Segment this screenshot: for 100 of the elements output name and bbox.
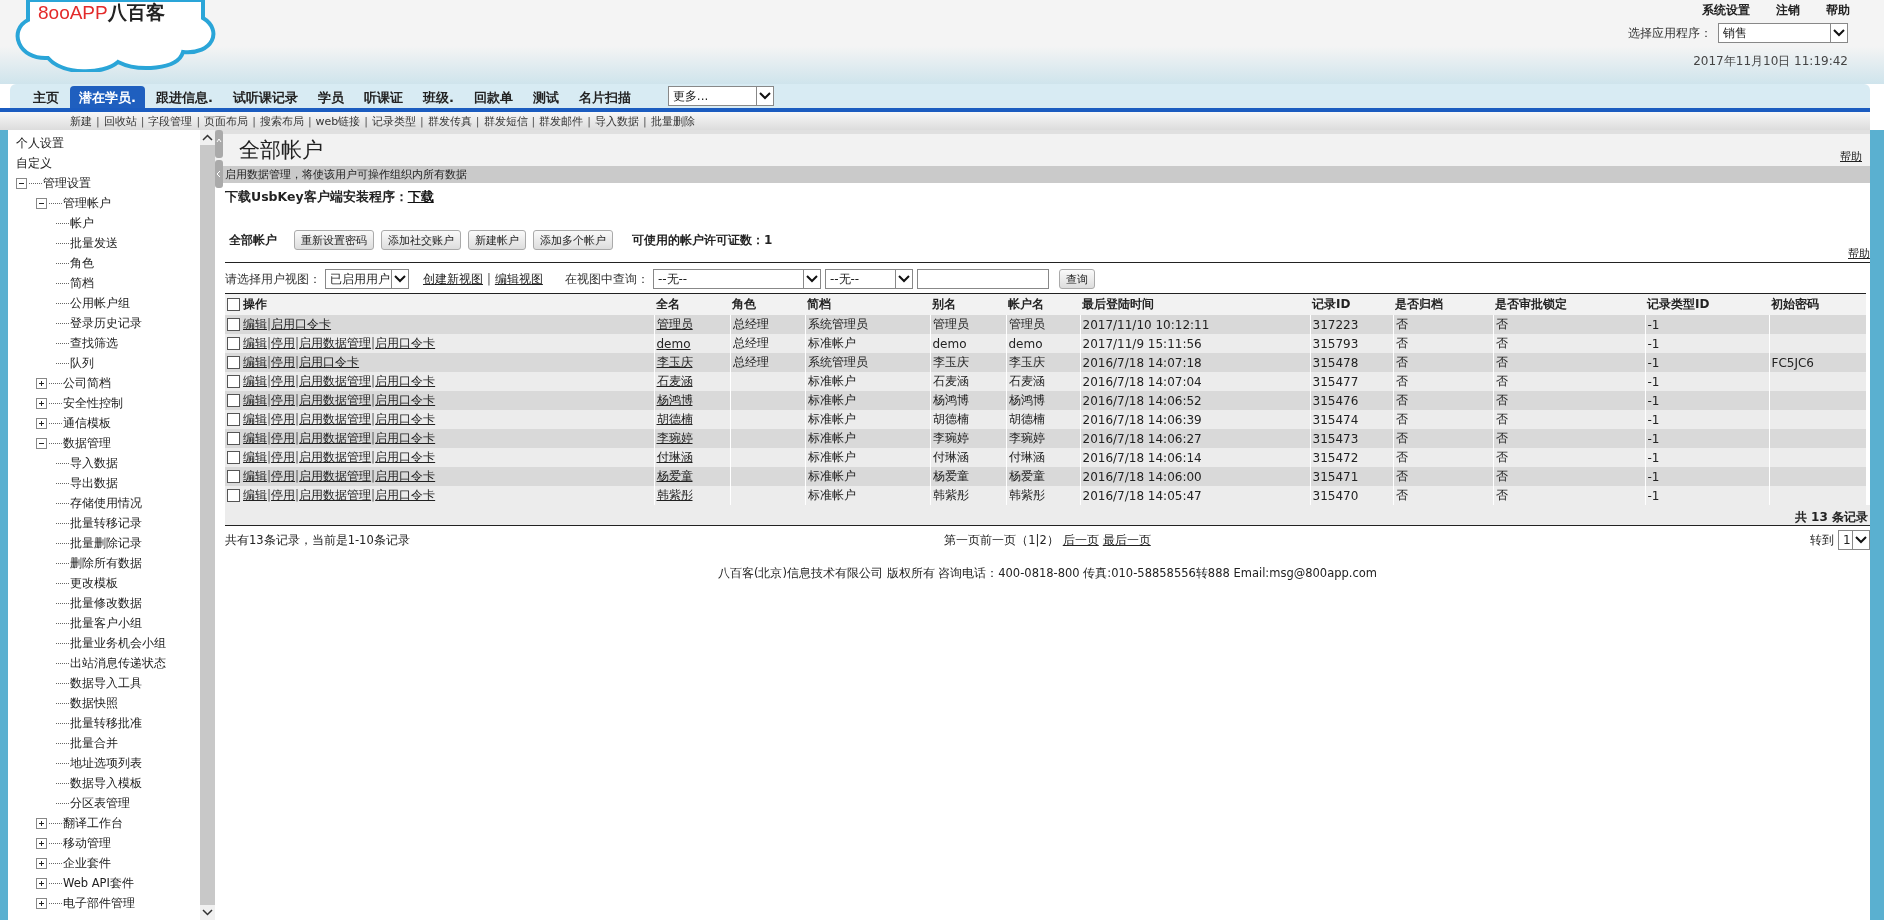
pager-link[interactable]: 后一页 bbox=[1062, 532, 1099, 548]
expand-icon[interactable] bbox=[36, 417, 47, 429]
action-link[interactable]: 停用 bbox=[271, 450, 296, 464]
tree-item[interactable]: 批量客户小组 bbox=[70, 615, 142, 631]
tree-item[interactable]: 出站消息传递状态 bbox=[70, 655, 166, 671]
tree-item[interactable]: 删除所有数据 bbox=[70, 555, 142, 571]
expand-icon[interactable] bbox=[36, 397, 47, 409]
name-link[interactable]: 付琳涵 bbox=[656, 450, 693, 464]
name-link[interactable]: 杨爱童 bbox=[656, 469, 693, 483]
scroll-up-icon[interactable] bbox=[200, 130, 215, 145]
nav-tab[interactable]: 名片扫描 bbox=[569, 86, 640, 108]
tree-item[interactable]: 批量转移记录 bbox=[70, 515, 142, 531]
nav-tab[interactable]: 跟进信息. bbox=[146, 86, 222, 108]
header-link[interactable]: 系统设置 bbox=[1702, 2, 1750, 19]
sub-nav-link[interactable]: 新建 bbox=[70, 113, 92, 129]
tree-item[interactable]: 数据快照 bbox=[70, 695, 118, 711]
sub-nav-link[interactable]: 群发传真 bbox=[427, 113, 472, 129]
header-link[interactable]: 注销 bbox=[1776, 2, 1800, 19]
action-link[interactable]: 启用口令卡 bbox=[299, 355, 360, 369]
nav-tab[interactable]: 班级. bbox=[413, 86, 463, 108]
select-all-checkbox[interactable] bbox=[227, 298, 240, 311]
expand-icon[interactable] bbox=[36, 377, 47, 389]
name-link[interactable]: demo bbox=[656, 336, 691, 351]
name-link[interactable]: 管理员 bbox=[656, 317, 693, 331]
tree-item[interactable]: Web API套件 bbox=[63, 875, 134, 891]
name-link[interactable]: 韩紫彤 bbox=[656, 488, 693, 502]
action-link[interactable]: 启用口令卡 bbox=[375, 412, 436, 426]
view-select[interactable]: 已启用用户 bbox=[325, 269, 409, 289]
tree-item[interactable]: 公司简档 bbox=[63, 375, 111, 391]
tree-item[interactable]: 电子部件管理 bbox=[63, 895, 135, 911]
nav-tab[interactable]: 试听课记录 bbox=[223, 86, 307, 108]
tree-item[interactable]: 存储使用情况 bbox=[70, 495, 142, 511]
page-select[interactable]: 1 bbox=[1838, 530, 1870, 550]
tree-item[interactable]: 数据导入模板 bbox=[70, 775, 142, 791]
expand-icon[interactable] bbox=[36, 897, 47, 909]
tree-item[interactable]: 批量删除记录 bbox=[70, 535, 142, 551]
view-link[interactable]: 创建新视图 bbox=[423, 271, 483, 287]
field-select[interactable]: --无-- bbox=[652, 269, 821, 289]
action-link[interactable]: 编辑 bbox=[243, 450, 267, 464]
row-checkbox[interactable] bbox=[227, 470, 240, 483]
action-link[interactable]: 停用 bbox=[271, 355, 296, 369]
action-link[interactable]: 编辑 bbox=[243, 374, 267, 388]
action-link[interactable]: 编辑 bbox=[243, 355, 267, 369]
tree-item[interactable]: 分区表管理 bbox=[70, 795, 130, 811]
row-checkbox[interactable] bbox=[227, 432, 240, 445]
tree-item[interactable]: 角色 bbox=[70, 255, 94, 271]
name-link[interactable]: 李琬婷 bbox=[656, 431, 693, 445]
row-checkbox[interactable] bbox=[227, 318, 240, 331]
action-link[interactable]: 编辑 bbox=[243, 431, 267, 445]
sub-nav-link[interactable]: 记录类型 bbox=[372, 113, 417, 129]
action-link[interactable]: 启用口令卡 bbox=[375, 431, 436, 445]
sub-nav-link[interactable]: 搜索布局 bbox=[259, 113, 304, 129]
sub-nav-link[interactable]: 群发短信 bbox=[483, 113, 528, 129]
expand-icon[interactable] bbox=[36, 877, 47, 889]
name-link[interactable]: 李玉庆 bbox=[656, 355, 693, 369]
expand-icon[interactable] bbox=[36, 837, 47, 849]
sub-nav-link[interactable]: 导入数据 bbox=[594, 113, 639, 129]
download-link[interactable]: 下载 bbox=[407, 189, 434, 206]
tree-item[interactable]: 导入数据 bbox=[70, 455, 118, 471]
collapse-icon[interactable] bbox=[36, 197, 47, 209]
tree-item[interactable]: 简档 bbox=[70, 275, 94, 291]
sub-nav-link[interactable]: web链接 bbox=[315, 113, 361, 129]
tree-item[interactable]: 批量发送 bbox=[70, 235, 118, 251]
nav-tab[interactable]: 学员 bbox=[308, 86, 353, 108]
tree-item[interactable]: 地址选项列表 bbox=[70, 755, 142, 771]
pager-link[interactable]: 最后一页 bbox=[1102, 532, 1151, 548]
tree-item[interactable]: 批量修改数据 bbox=[70, 595, 142, 611]
collapse-icon[interactable] bbox=[36, 437, 47, 449]
sub-nav-link[interactable]: 页面布局 bbox=[204, 113, 249, 129]
row-checkbox[interactable] bbox=[227, 375, 240, 388]
tree-item[interactable]: 移动管理 bbox=[63, 835, 111, 851]
action-link[interactable]: 编辑 bbox=[243, 336, 267, 350]
scrollbar[interactable] bbox=[200, 130, 215, 920]
action-link[interactable]: 启用口令卡 bbox=[375, 393, 436, 407]
tree-item[interactable]: 批量合并 bbox=[70, 735, 118, 751]
tree-item[interactable]: 安全性控制 bbox=[63, 395, 123, 411]
tree-item[interactable]: 帐户 bbox=[70, 215, 94, 231]
row-checkbox[interactable] bbox=[227, 394, 240, 407]
action-link[interactable]: 编辑 bbox=[243, 488, 267, 502]
scroll-down-icon[interactable] bbox=[200, 905, 215, 920]
help-link[interactable]: 帮助 bbox=[1840, 149, 1862, 164]
tree-item[interactable]: 个人设置 bbox=[16, 135, 64, 151]
action-link[interactable]: 启用口令卡 bbox=[375, 336, 436, 350]
action-link[interactable]: 启用口令卡 bbox=[375, 450, 436, 464]
toolbar-button[interactable]: 新建帐户 bbox=[468, 230, 526, 250]
nav-tab[interactable]: 测试 bbox=[523, 86, 568, 108]
operator-select[interactable]: --无-- bbox=[824, 269, 913, 289]
tree-item[interactable]: 数据管理 bbox=[63, 435, 111, 451]
toolbar-button[interactable]: 重新设置密码 bbox=[294, 230, 374, 250]
action-link[interactable]: 停用 bbox=[271, 374, 296, 388]
action-link[interactable]: 启用口令卡 bbox=[375, 374, 436, 388]
action-link[interactable]: 启用口令卡 bbox=[271, 317, 332, 331]
action-link[interactable]: 停用 bbox=[271, 412, 296, 426]
action-link[interactable]: 编辑 bbox=[243, 412, 267, 426]
action-link[interactable]: 编辑 bbox=[243, 469, 267, 483]
nav-tab[interactable]: 主页 bbox=[24, 86, 68, 108]
action-link[interactable]: 启用口令卡 bbox=[375, 469, 436, 483]
sub-nav-link[interactable]: 批量删除 bbox=[650, 113, 695, 129]
name-link[interactable]: 胡德楠 bbox=[656, 412, 693, 426]
tree-item[interactable]: 管理设置 bbox=[43, 175, 91, 191]
